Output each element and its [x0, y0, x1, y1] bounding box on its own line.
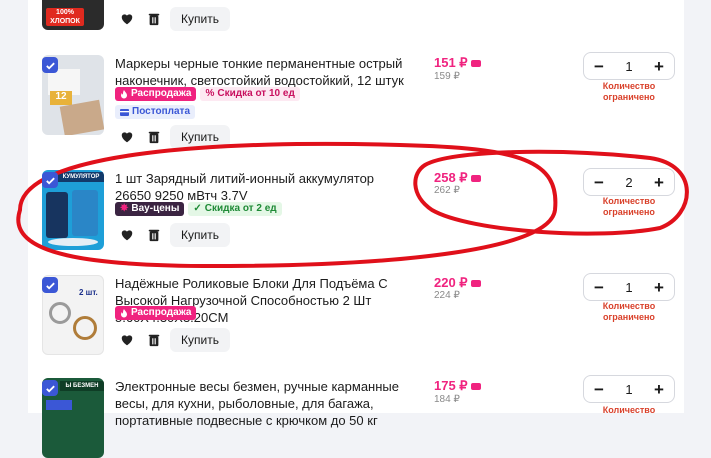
delete-trash-icon[interactable] [142, 224, 166, 246]
select-checkbox[interactable] [42, 57, 58, 73]
favorite-heart-icon[interactable] [115, 126, 139, 148]
badge-sale-label: Распродажа [131, 88, 192, 99]
product-image-label: Ы БЕЗМЕН [60, 381, 104, 391]
buy-button[interactable]: Купить [170, 125, 230, 149]
price-value: 151 ₽ [434, 55, 468, 70]
quantity-limited-note: Количество ограничено [602, 196, 656, 217]
quantity-limited-note: Количество [602, 405, 656, 415]
quantity-stepper: − 1 + [583, 52, 675, 80]
product-image-label: КУМУЛЯТОР [58, 172, 104, 182]
percent-icon: % [205, 88, 215, 99]
minus-icon[interactable]: − [592, 58, 606, 75]
quantity-limited-note: Количество ограничено [602, 81, 656, 102]
product-image[interactable]: 100% ХЛОПОК [42, 0, 104, 30]
minus-icon[interactable]: − [592, 381, 606, 398]
price: 175 ₽ [434, 378, 481, 394]
wallet-icon [470, 382, 481, 390]
old-price: 262 ₽ [434, 185, 460, 196]
delete-trash-icon[interactable] [142, 329, 166, 351]
quantity-limited-note: Количество ограничено [602, 301, 656, 322]
badge-postpay: Постоплата [115, 105, 196, 119]
old-price: 224 ₽ [434, 290, 460, 301]
badge-discount-label: Скидка от 2 ед [204, 203, 277, 214]
quantity-value[interactable]: 1 [625, 382, 632, 397]
product-image-label: 12 [50, 91, 72, 105]
favorite-heart-icon[interactable] [115, 224, 139, 246]
badge-postpay-label: Постоплата [132, 106, 191, 117]
buy-button[interactable]: Купить [170, 223, 230, 247]
quantity-stepper: − 1 + [583, 273, 675, 301]
cart-list: 100% ХЛОПОК Купить 12 Маркеры черные тон… [28, 0, 684, 458]
product-title[interactable]: Электронные весы безмен, ручные карманны… [115, 378, 415, 429]
badge-sale-label: Распродажа [131, 307, 192, 318]
plus-icon[interactable]: + [652, 381, 666, 398]
price-value: 258 ₽ [434, 170, 468, 185]
star-icon: ✸ [120, 203, 129, 214]
old-price: 159 ₽ [434, 71, 460, 82]
badge-discount-label: Скидка от 10 ед [217, 88, 295, 99]
plus-icon[interactable]: + [652, 279, 666, 296]
fire-icon [121, 308, 127, 317]
product-image-label: 100% ХЛОПОК [46, 8, 84, 26]
card-icon [120, 108, 129, 116]
product-image-label: 2 шт. [79, 288, 98, 297]
badge-sale: Распродажа [115, 306, 197, 320]
delete-trash-icon[interactable] [142, 126, 166, 148]
badges: ✸ Вау-цены ✓ Скидка от 2 ед [115, 202, 282, 216]
badges: Постоплата [115, 105, 196, 119]
badge-discount: % Скидка от 10 ед [200, 87, 300, 101]
price: 151 ₽ [434, 55, 481, 71]
old-price: 184 ₽ [434, 394, 460, 405]
badge-discount: ✓ Скидка от 2 ед [188, 202, 282, 216]
cart-item: КУМУЛЯТОР 1 шт Зарядный литий-ионный акк… [28, 168, 684, 260]
select-checkbox[interactable] [42, 380, 58, 396]
cart-item: 2 шт. Надёжные Роликовые Блоки Для Подъё… [28, 273, 684, 365]
quantity-stepper: − 2 + [583, 168, 675, 196]
badges: Распродажа [115, 306, 197, 320]
quantity-stepper: − 1 + [583, 375, 675, 403]
cart-item: 100% ХЛОПОК Купить [28, 0, 684, 40]
price: 258 ₽ [434, 170, 481, 186]
minus-icon[interactable]: − [592, 279, 606, 296]
product-title[interactable]: 1 шт Зарядный литий-ионный аккумулятор 2… [115, 170, 400, 204]
badge-sale: Распродажа [115, 87, 197, 101]
buy-button[interactable]: Купить [170, 7, 230, 31]
minus-icon[interactable]: − [592, 174, 606, 191]
buy-button[interactable]: Купить [170, 328, 230, 352]
percent-icon: ✓ [193, 203, 202, 214]
favorite-heart-icon[interactable] [115, 329, 139, 351]
delete-trash-icon[interactable] [142, 8, 166, 30]
wallet-icon [470, 59, 481, 67]
quantity-value[interactable]: 2 [625, 175, 632, 190]
select-checkbox[interactable] [42, 277, 58, 293]
fire-icon [121, 89, 127, 98]
favorite-heart-icon[interactable] [115, 8, 139, 30]
wallet-icon [470, 279, 481, 287]
badge-wow: ✸ Вау-цены [115, 202, 185, 216]
product-title[interactable]: Маркеры черные тонкие перманентные остры… [115, 55, 415, 89]
badge-wow-label: Вау-цены [131, 203, 180, 214]
plus-icon[interactable]: + [652, 174, 666, 191]
cart-item: 12 Маркеры черные тонкие перманентные ос… [28, 52, 684, 155]
badges: Распродажа % Скидка от 10 ед [115, 87, 300, 101]
price-value: 220 ₽ [434, 275, 468, 290]
select-checkbox[interactable] [42, 172, 58, 188]
price-value: 175 ₽ [434, 378, 468, 393]
cart-item: Ы БЕЗМЕН Электронные весы безмен, ручные… [28, 375, 684, 458]
plus-icon[interactable]: + [652, 58, 666, 75]
wallet-icon [470, 174, 481, 182]
quantity-value[interactable]: 1 [625, 280, 632, 295]
price: 220 ₽ [434, 275, 481, 291]
quantity-value[interactable]: 1 [625, 59, 632, 74]
